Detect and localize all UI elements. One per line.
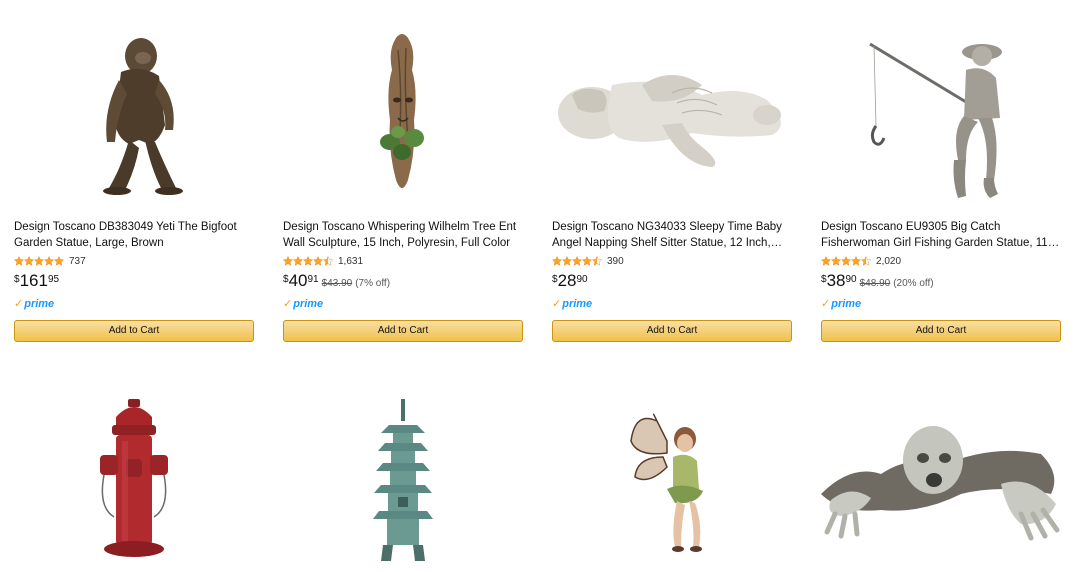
product-title[interactable]: Design Toscano NG34033 Sleepy Time Baby …: [552, 220, 796, 251]
price-fraction: 95: [47, 274, 60, 285]
prime-check-icon: ✓: [821, 298, 831, 310]
star-icon: [582, 256, 592, 266]
star-icon: [313, 256, 323, 266]
price-fraction: 90: [576, 274, 588, 285]
prime-check-icon: ✓: [14, 298, 24, 310]
price-whole: 28: [557, 271, 577, 290]
star-icon: [54, 256, 64, 266]
prime-badge: ✓ prime: [552, 297, 593, 311]
list-price: $48.90: [859, 278, 891, 289]
prime-badge: ✓ prime: [14, 297, 55, 311]
product-title[interactable]: Design Toscano EU9305 Big Catch Fisherwo…: [821, 220, 1065, 251]
star-icon: [841, 256, 851, 266]
star-icon: [24, 256, 34, 266]
price[interactable]: $ 28 90: [552, 272, 588, 290]
prime-label: prime: [24, 297, 55, 310]
star-icon: [34, 256, 44, 266]
star-icon: [821, 256, 831, 266]
product-title[interactable]: Design Toscano Whispering Wilhelm Tree E…: [283, 220, 527, 251]
fire-hydrant-statue-icon: [100, 399, 168, 557]
prime-badge: ✓ prime: [283, 297, 324, 311]
star-icon: [552, 256, 562, 266]
product-image[interactable]: [14, 30, 254, 200]
price-whole: 38: [826, 271, 846, 290]
fairy-statue-icon: [630, 413, 703, 552]
star-icon: [14, 256, 24, 266]
star-icon: [303, 256, 313, 266]
prime-check-icon: ✓: [283, 298, 293, 310]
review-count[interactable]: 2,020: [876, 256, 901, 267]
prime-badge: ✓ prime: [821, 297, 862, 311]
product-image[interactable]: [283, 396, 523, 562]
star-half-icon: [861, 256, 871, 266]
prime-label: prime: [831, 297, 862, 310]
discount: (7% off): [355, 278, 391, 289]
star-half-icon: [323, 256, 333, 266]
bigfoot-statue-icon: [103, 38, 183, 195]
price-whole: 161: [19, 271, 48, 290]
star-icon: [831, 256, 841, 266]
star-icon: [44, 256, 54, 266]
star-icon: [851, 256, 861, 266]
prime-label: prime: [562, 297, 593, 310]
star-icon: [283, 256, 293, 266]
price-fraction: 90: [845, 274, 857, 285]
product-image[interactable]: [821, 396, 1061, 562]
price[interactable]: $ 161 95: [14, 272, 59, 290]
sleeping-angel-statue-icon: [558, 75, 781, 167]
product-image[interactable]: [552, 30, 792, 200]
discount: (20% off): [893, 278, 934, 289]
rating-row[interactable]: 2,020: [821, 255, 901, 267]
list-price: $43.90: [321, 278, 353, 289]
pagoda-statue-icon: [373, 399, 433, 561]
add-to-cart-button[interactable]: Add to Cart: [14, 320, 254, 342]
fishing-girl-statue-icon: [869, 42, 1002, 198]
add-to-cart-button[interactable]: Add to Cart: [821, 320, 1061, 342]
rating-row[interactable]: 1,631: [283, 255, 363, 267]
star-half-icon: [592, 256, 602, 266]
product-image[interactable]: [14, 396, 254, 562]
product-image[interactable]: [821, 30, 1061, 200]
star-rating: [283, 256, 333, 266]
rating-row[interactable]: 737: [14, 255, 86, 267]
add-to-cart-button[interactable]: Add to Cart: [283, 320, 523, 342]
prime-label: prime: [293, 297, 324, 310]
product-image[interactable]: [283, 30, 523, 200]
add-to-cart-button[interactable]: Add to Cart: [552, 320, 792, 342]
price[interactable]: $ 40 91 $43.90 (7% off): [283, 272, 390, 290]
review-count[interactable]: 390: [607, 256, 624, 267]
prime-check-icon: ✓: [552, 298, 562, 310]
review-count[interactable]: 737: [69, 256, 86, 267]
product-grid: Design Toscano DB383049 Yeti The Bigfoot…: [0, 0, 1080, 572]
star-icon: [562, 256, 572, 266]
product-title[interactable]: Design Toscano DB383049 Yeti The Bigfoot…: [14, 220, 258, 251]
price[interactable]: $ 38 90 $48.90 (20% off): [821, 272, 934, 290]
star-icon: [293, 256, 303, 266]
review-count[interactable]: 1,631: [338, 256, 363, 267]
star-rating: [821, 256, 871, 266]
tree-ent-sculpture-icon: [380, 34, 424, 188]
star-icon: [572, 256, 582, 266]
zombie-statue-icon: [821, 426, 1060, 541]
price-fraction: 91: [307, 274, 319, 285]
price-whole: 40: [288, 271, 308, 290]
product-image[interactable]: [552, 396, 792, 562]
star-rating: [14, 256, 64, 266]
star-rating: [552, 256, 602, 266]
rating-row[interactable]: 390: [552, 255, 624, 267]
